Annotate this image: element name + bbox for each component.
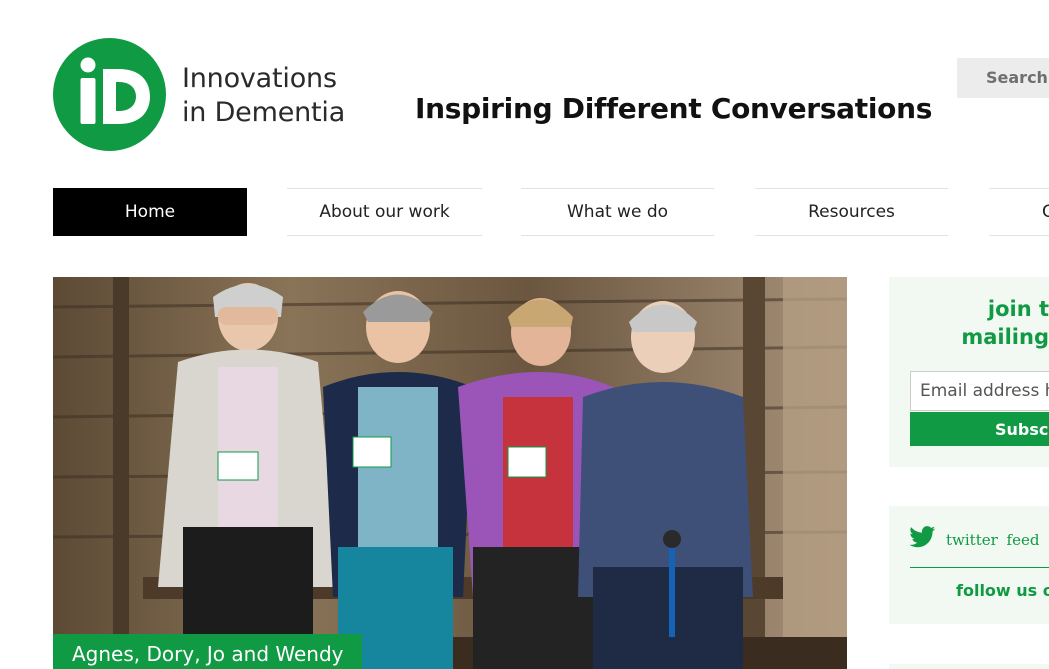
logo-text-line1: Innovations [182, 63, 337, 94]
twitter-card: twitter feed follow us or [889, 506, 1049, 624]
email-field[interactable] [910, 371, 1049, 411]
twitter-divider [910, 567, 1049, 568]
nav-item-resources[interactable]: Resources [755, 188, 948, 236]
hero-caption: Agnes, Dory, Jo and Wendy [53, 634, 362, 669]
logo-text-line2: in Dementia [182, 97, 346, 128]
nav-item-home[interactable]: Home [53, 188, 247, 236]
page: Innovations in Dementia Inspiring Differ… [0, 0, 1049, 669]
follow-us-link[interactable]: follow us or [956, 581, 1049, 600]
mailing-list-card: join t mailing Subscr [889, 277, 1049, 467]
search-button[interactable]: Search [957, 58, 1049, 98]
twitter-feed-label: twitter feed [946, 531, 1040, 549]
subscribe-button[interactable]: Subscr [910, 412, 1049, 446]
site-tagline: Inspiring Different Conversations [415, 92, 933, 125]
twitter-bird-icon[interactable] [909, 526, 936, 548]
id-logo-mark [53, 38, 166, 151]
hero-photo [53, 277, 847, 669]
hero-image[interactable]: Agnes, Dory, Jo and Wendy [53, 277, 847, 669]
site-logo[interactable]: Innovations in Dementia [53, 38, 353, 153]
mailing-title-line1: join t [987, 297, 1049, 321]
nav-item-contact[interactable]: C [989, 188, 1049, 236]
nav-item-about-our-work[interactable]: About our work [287, 188, 482, 236]
sidebar-next-card [889, 664, 1049, 669]
mailing-title-line2: mailing [961, 325, 1049, 349]
nav-item-what-we-do[interactable]: What we do [521, 188, 714, 236]
